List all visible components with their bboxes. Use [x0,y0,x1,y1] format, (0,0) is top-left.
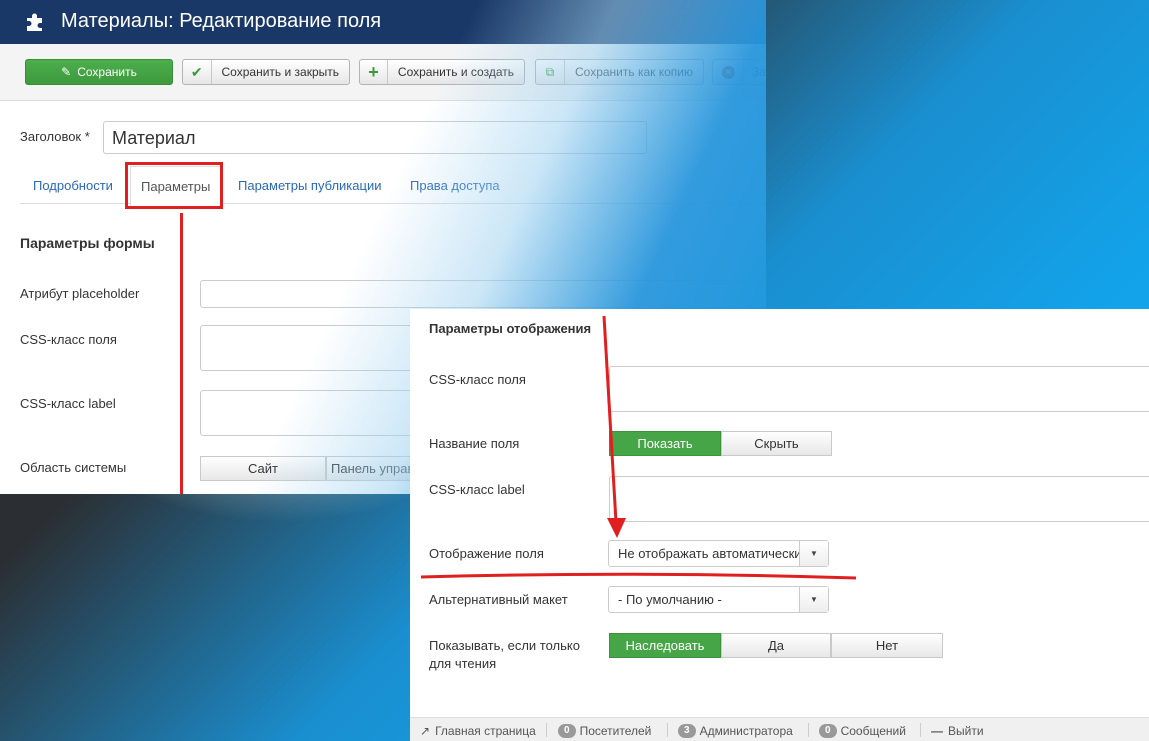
no-option[interactable]: Нет [831,633,943,658]
puzzle-icon [27,13,42,31]
display-css-label-input[interactable] [609,476,1149,522]
form-section-title: Параметры формы [20,235,155,251]
title-value: Материал [112,128,196,148]
yes-option[interactable]: Да [721,633,831,658]
minus-icon: — [931,724,943,738]
logout-link[interactable]: — Выйти [931,724,984,738]
admins-label: Администратора [699,724,793,738]
logout-label: Выйти [948,724,984,738]
annotation-line [180,213,183,494]
css-field-label: CSS-класс поля [20,332,117,347]
field-display-select[interactable]: Не отображать автоматически ▼ [608,540,829,567]
inherit-option[interactable]: Наследовать [609,633,721,658]
tab-permissions[interactable]: Права доступа [410,178,500,193]
alt-layout-value: - По умолчанию - [618,592,722,607]
save-new-label: Сохранить и создать [397,65,514,79]
save-new-button[interactable]: + Сохранить и создать [359,59,525,85]
readonly-label-line1: Показывать, если только [429,638,580,653]
placeholder-input[interactable] [200,280,766,308]
placeholder-label: Атрибут placeholder [20,286,140,301]
page-title: Материалы: Редактирование поля [61,10,382,32]
chevron-down-icon: ▼ [799,587,828,612]
plus-icon: + [360,60,388,84]
chevron-down-icon: ▼ [799,541,828,566]
title-label: Заголовок * [20,129,90,144]
display-css-field-label: CSS-класс поля [429,372,526,387]
edit-icon: ✎ [61,65,72,79]
messages-item[interactable]: 0 Сообщений [819,724,906,738]
status-bar: ↗ Главная страница 0 Посетителей 3 Админ… [410,717,1149,741]
divider [546,723,547,737]
divider [667,723,668,737]
external-link-icon: ↗ [420,724,431,738]
alt-layout-label: Альтернативный макет [429,592,568,607]
readonly-label-line2: для чтения [429,656,497,671]
display-section-title: Параметры отображения [429,321,592,336]
close-label: За [752,65,766,79]
save-copy-label: Сохранить как копию [575,65,693,79]
visitors-badge: 0 [558,724,576,738]
close-icon: ✕ [713,60,744,84]
divider [808,723,809,737]
field-name-toggle: Показать Скрыть [609,431,832,456]
alt-layout-select[interactable]: - По умолчанию - ▼ [608,586,829,613]
display-css-label-label: CSS-класс label [429,482,525,497]
home-label: Главная страница [435,724,536,738]
highlight-box [125,162,223,209]
messages-label: Сообщений [840,724,906,738]
save-button[interactable]: ✎ Сохранить [25,59,173,85]
tab-details[interactable]: Подробности [33,178,113,193]
readonly-toggle: Наследовать Да Нет [609,633,943,658]
home-link[interactable]: ↗ Главная страница [420,724,536,738]
tab-publishing[interactable]: Параметры публикации [238,178,381,193]
page-header: Материалы: Редактирование поля [0,0,766,44]
field-display-label: Отображение поля [429,546,544,561]
field-name-label: Название поля [429,436,520,451]
show-option[interactable]: Показать [609,431,721,456]
visitors-item[interactable]: 0 Посетителей [558,724,651,738]
save-label: Сохранить [77,65,137,79]
copy-icon: ⧉ [536,60,565,84]
css-label-label: CSS-класс label [20,396,116,411]
system-area-label: Область системы [20,460,127,475]
admins-item[interactable]: 3 Администратора [678,724,793,738]
display-css-field-input[interactable] [609,366,1149,412]
admins-badge: 3 [678,724,696,738]
check-icon: ✔ [183,60,212,84]
system-area-site[interactable]: Сайт [200,456,326,481]
visitors-label: Посетителей [579,724,652,738]
save-close-button[interactable]: ✔ Сохранить и закрыть [182,59,350,85]
messages-badge: 0 [819,724,837,738]
toolbar: ✎ Сохранить ✔ Сохранить и закрыть + Сохр… [0,44,766,101]
close-button[interactable]: ✕ За [712,59,766,85]
field-display-value: Не отображать автоматически [618,546,802,561]
save-copy-button[interactable]: ⧉ Сохранить как копию [535,59,704,85]
hide-option[interactable]: Скрыть [721,431,832,456]
title-input[interactable]: Материал [103,121,647,154]
display-params-window: Параметры отображения CSS-класс поля Наз… [410,309,1149,741]
save-close-label: Сохранить и закрыть [221,65,339,79]
divider [920,723,921,737]
